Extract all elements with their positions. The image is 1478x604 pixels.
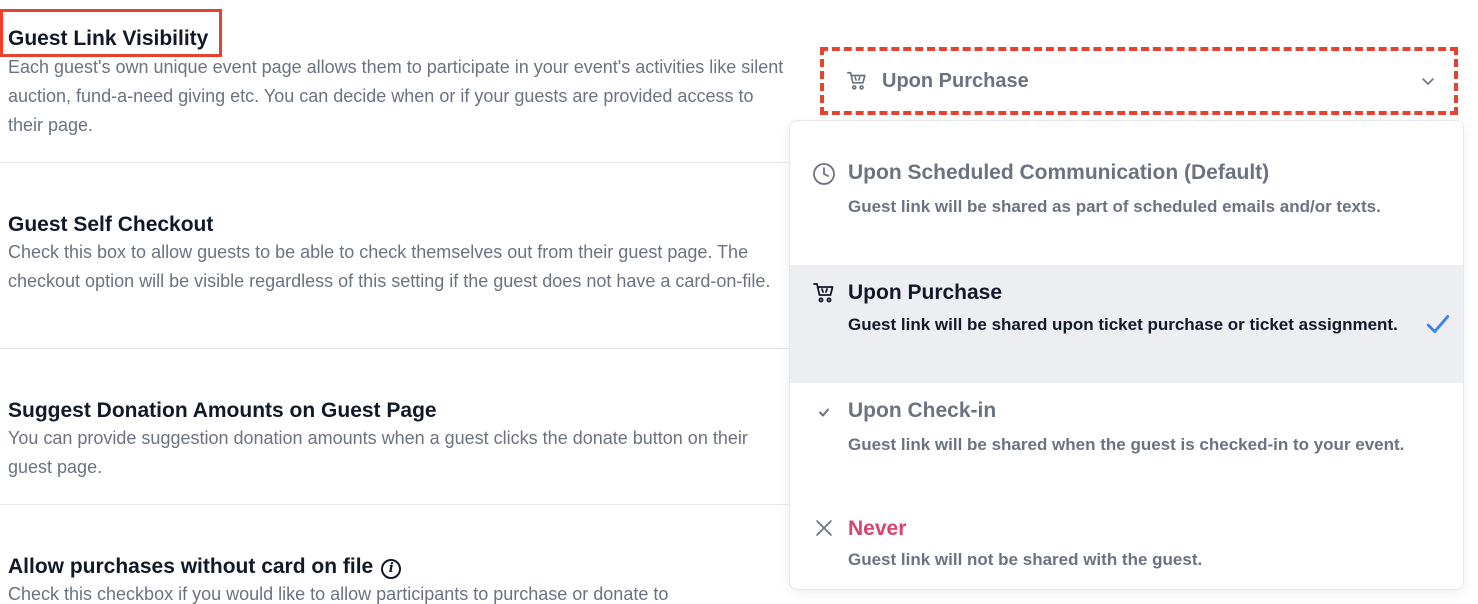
setting-guest-self-checkout: Guest Self Checkout Check this box to al…	[8, 212, 788, 296]
check-icon	[819, 408, 829, 417]
setting-title-text: Allow purchases without card on file	[8, 555, 374, 578]
info-icon[interactable]: i	[381, 559, 402, 579]
checkmark-icon	[1426, 315, 1450, 333]
divider	[0, 162, 790, 163]
chevron-down-icon	[1422, 78, 1434, 85]
setting-description: Check this checkbox if you would like to…	[8, 584, 669, 604]
select-value: Upon Purchase	[882, 69, 1029, 92]
option-upon-purchase[interactable]: Upon Purchase Guest link will be shared …	[790, 265, 1463, 383]
settings-page: Guest Link Visibility Each guest's own u…	[0, 0, 1478, 604]
setting-title: Guest Self Checkout	[8, 213, 214, 236]
x-icon	[816, 520, 832, 536]
visibility-select[interactable]: Upon Purchase	[820, 47, 1458, 115]
option-label: Never	[848, 517, 907, 540]
divider	[0, 348, 790, 349]
divider	[0, 504, 790, 505]
option-description: Guest link will not be shared with the g…	[848, 550, 1203, 569]
visibility-dropdown: Upon Scheduled Communication (Default) G…	[789, 120, 1464, 590]
option-scheduled-communication[interactable]: Upon Scheduled Communication (Default) G…	[790, 145, 1463, 265]
setting-description: You can provide suggestion donation amou…	[8, 428, 748, 477]
setting-title: Allow purchases without card on file i	[8, 554, 788, 580]
option-label: Upon Check-in	[848, 399, 997, 422]
setting-description: Each guest's own unique event page allow…	[8, 57, 784, 135]
cart-icon	[813, 283, 834, 303]
option-label: Upon Purchase	[848, 281, 1003, 304]
setting-title: Suggest Donation Amounts on Guest Page	[8, 399, 437, 422]
clock-icon	[813, 163, 835, 185]
setting-guest-link-visibility: Guest Link Visibility Each guest's own u…	[8, 26, 788, 140]
setting-title: Guest Link Visibility	[8, 27, 209, 50]
option-never[interactable]: Never Guest link will not be shared with…	[790, 503, 1463, 589]
setting-description: Check this box to allow guests to be abl…	[8, 242, 771, 291]
option-label: Upon Scheduled Communication (Default)	[848, 161, 1270, 184]
setting-suggest-donation: Suggest Donation Amounts on Guest Page Y…	[8, 398, 788, 482]
option-description: Guest link will be shared when the guest…	[848, 435, 1405, 454]
cart-icon	[847, 71, 866, 90]
option-description: Guest link will be shared upon ticket pu…	[848, 315, 1398, 334]
option-description: Guest link will be shared as part of sch…	[848, 197, 1381, 216]
setting-allow-purchases-without-card: Allow purchases without card on file i Ch…	[8, 554, 788, 604]
option-upon-check-in[interactable]: Upon Check-in Guest link will be shared …	[790, 383, 1463, 503]
